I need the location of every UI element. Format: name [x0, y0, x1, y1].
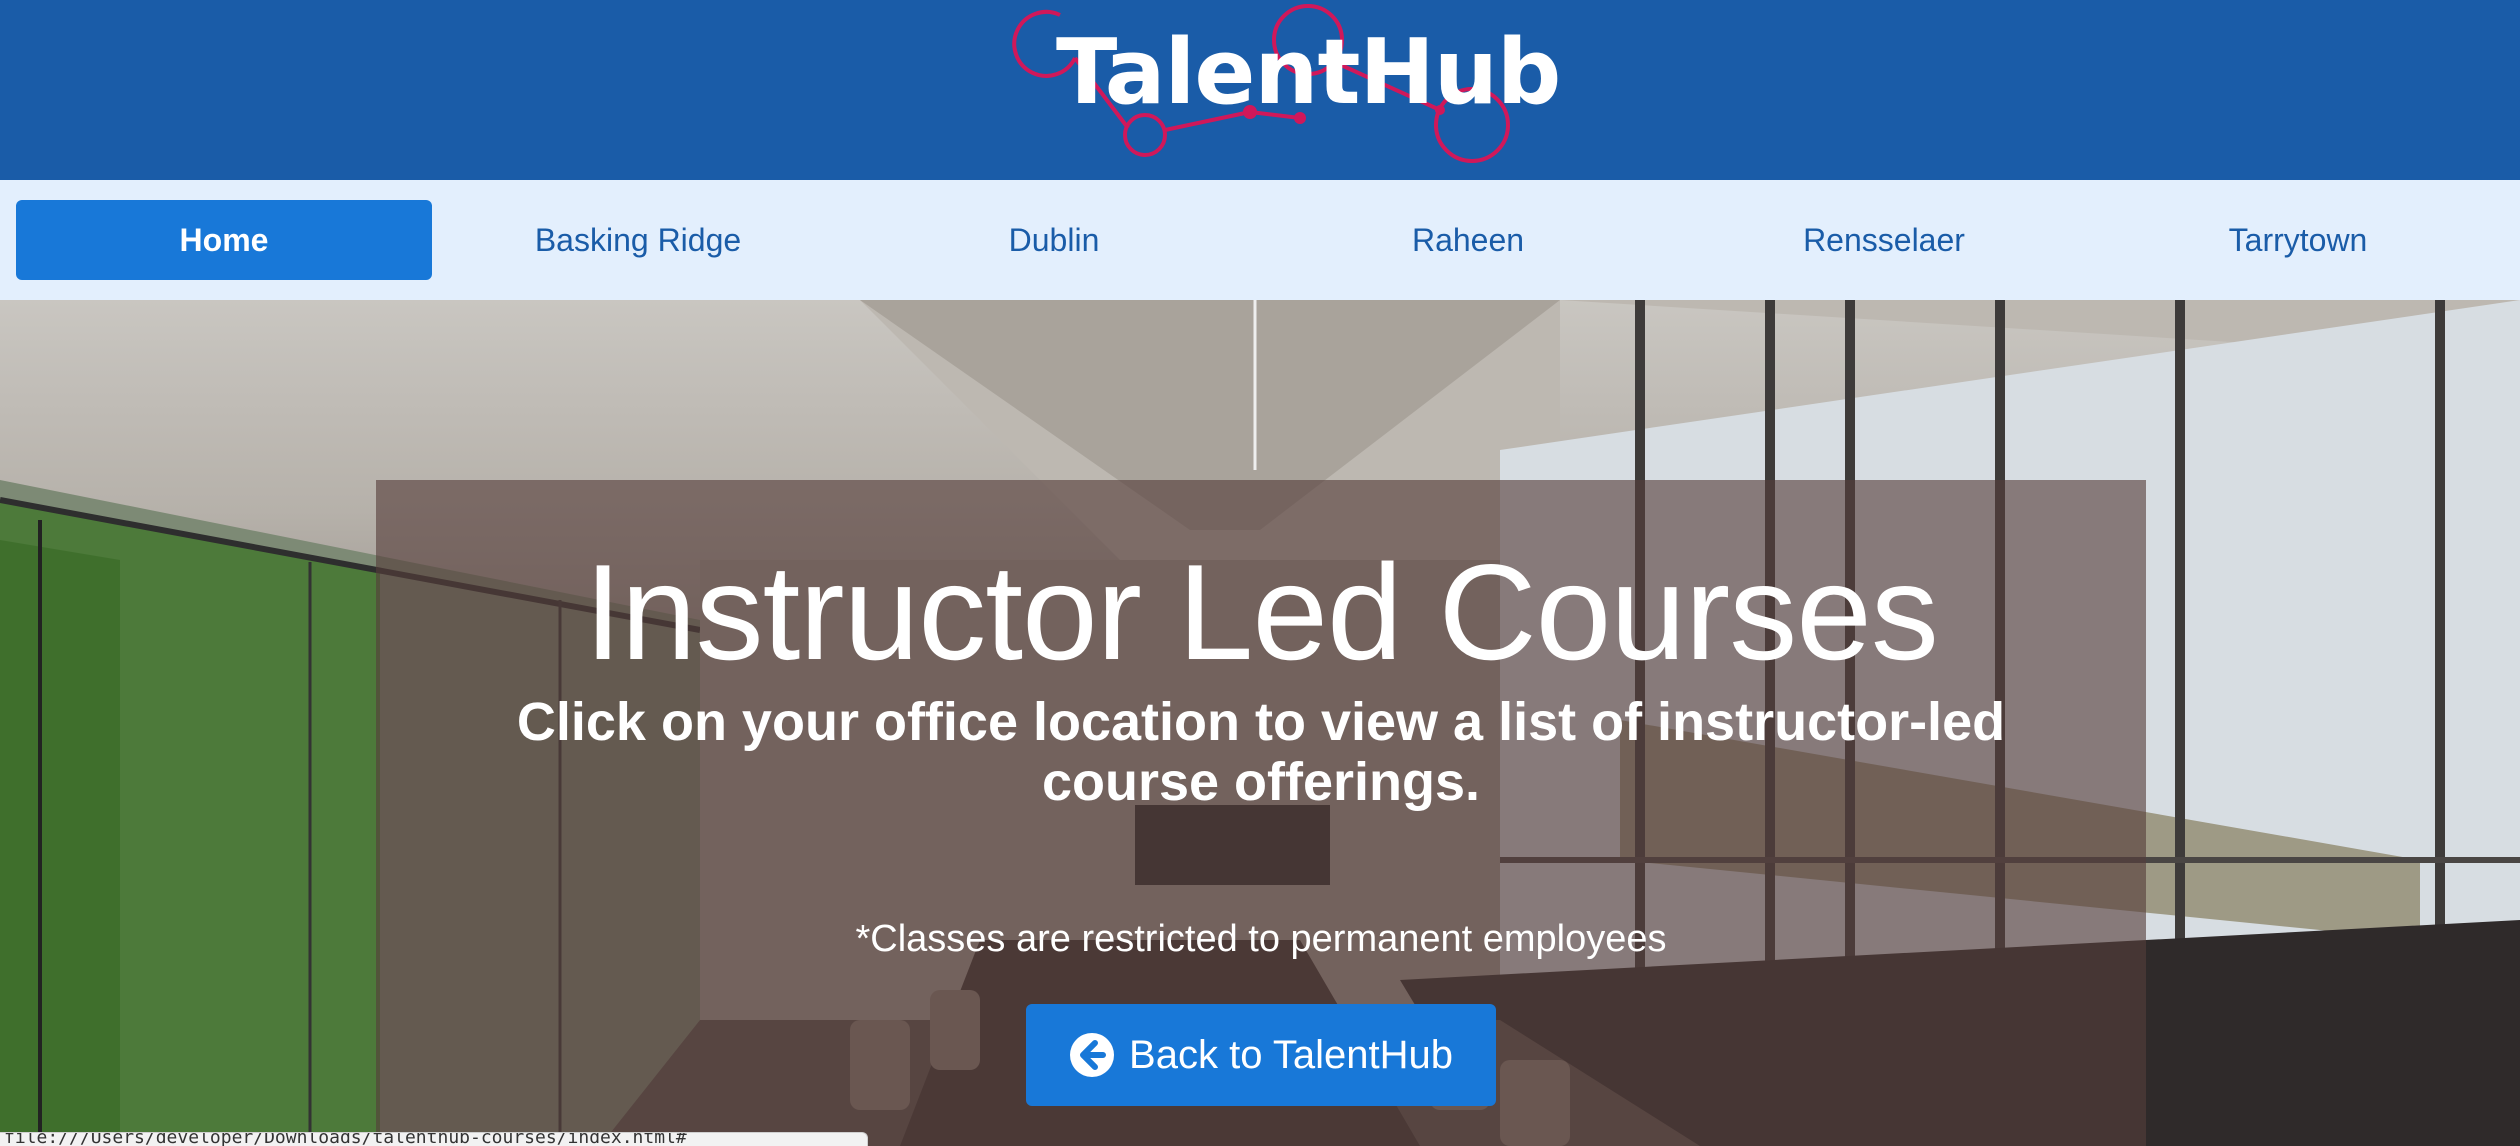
- nav-item-home[interactable]: Home: [16, 200, 432, 280]
- nav-item-tarrytown[interactable]: Tarrytown: [2090, 200, 2506, 280]
- nav-item-rensselaer[interactable]: Rensselaer: [1676, 200, 2092, 280]
- hero-title: Instructor Led Courses: [584, 536, 1939, 688]
- hero-note: *Classes are restricted to permanent emp…: [855, 918, 1667, 960]
- hero-section: Instructor Led Courses Click on your off…: [0, 300, 2520, 1146]
- back-button-label: Back to TalentHub: [1129, 1032, 1453, 1077]
- nav-item-dublin[interactable]: Dublin: [846, 200, 1262, 280]
- browser-status-bar: file:///Users/developer/Downloads/talent…: [0, 1132, 868, 1146]
- nav-item-raheen[interactable]: Raheen: [1260, 200, 1676, 280]
- nav-item-basking-ridge[interactable]: Basking Ridge: [430, 200, 846, 280]
- header: TalentHub: [0, 0, 2520, 180]
- hero-overlay: Instructor Led Courses Click on your off…: [376, 480, 2146, 1146]
- hero-subtitle: Click on your office location to view a …: [516, 692, 2006, 813]
- location-nav: Home Basking Ridge Dublin Raheen Renssel…: [0, 180, 2520, 300]
- back-to-talenthub-button[interactable]: Back to TalentHub: [1026, 1004, 1496, 1106]
- talenthub-logo[interactable]: TalentHub: [1000, 0, 1561, 180]
- status-bar-url: file:///Users/developer/Downloads/talent…: [4, 1132, 687, 1146]
- logo-text: TalentHub: [1056, 20, 1561, 125]
- arrow-circle-left-icon: [1070, 1033, 1115, 1077]
